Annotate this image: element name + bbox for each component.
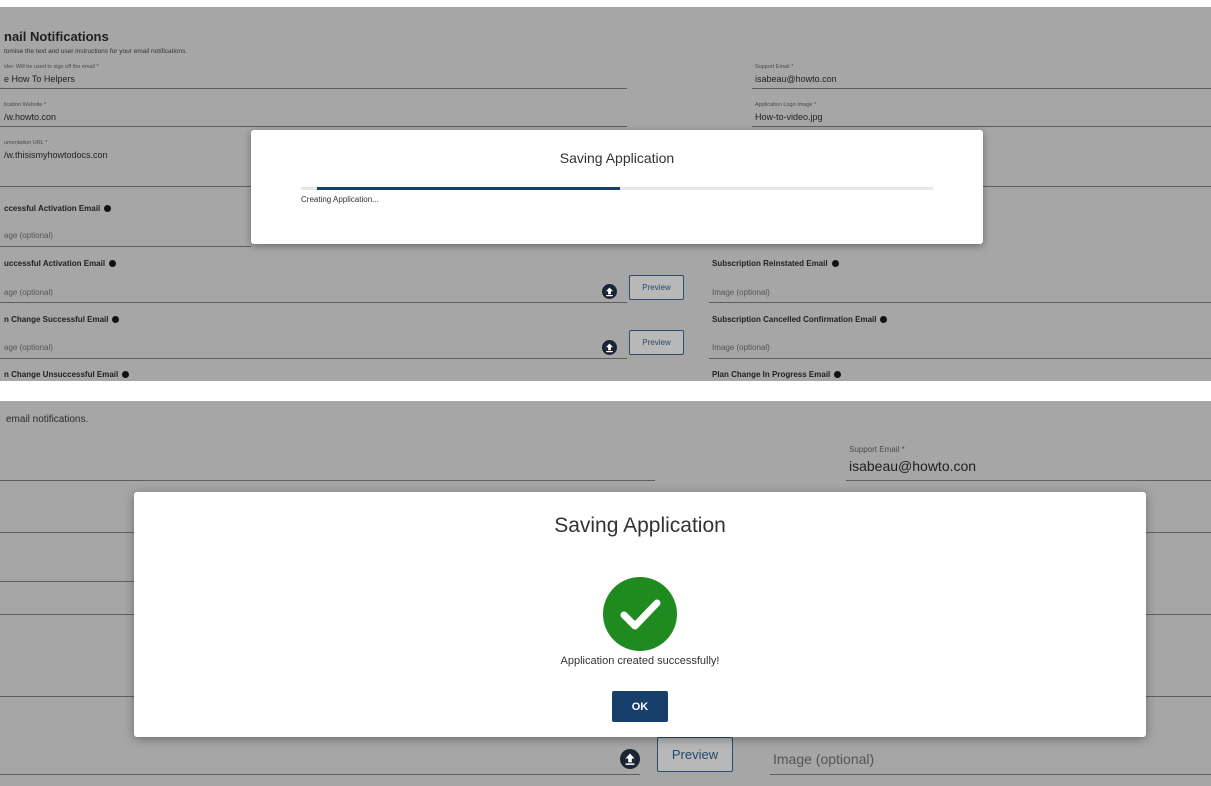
preview-button[interactable]: Preview: [629, 330, 684, 355]
image-field[interactable]: Image (optional): [773, 751, 874, 767]
info-icon[interactable]: [112, 316, 120, 324]
support-email-label: Support Email *: [849, 445, 905, 454]
successful-activation-image-field[interactable]: age (optional): [4, 231, 53, 240]
success-message: Application created successfully!: [560, 655, 720, 667]
upload-icon[interactable]: [620, 749, 640, 769]
ok-button[interactable]: OK: [612, 691, 668, 722]
upload-icon[interactable]: [602, 284, 617, 299]
logo-image-field[interactable]: How-to-video.jpg: [755, 112, 823, 122]
saving-success-screenshot: email notifications. Support Email * isa…: [0, 401, 1211, 786]
unsuccessful-activation-email-label: uccessful Activation Email: [4, 259, 117, 268]
unsuccessful-activation-image-field[interactable]: age (optional): [4, 288, 53, 297]
preview-button[interactable]: Preview: [657, 737, 733, 772]
support-email-field[interactable]: isabeau@howto.con: [755, 74, 837, 84]
upload-icon[interactable]: [602, 340, 617, 355]
progress-bar: [301, 187, 933, 190]
subscription-cancelled-email-label: Subscription Cancelled Confirmation Emai…: [712, 315, 888, 324]
info-icon[interactable]: [880, 316, 888, 324]
info-icon[interactable]: [834, 371, 842, 379]
page-title: nail Notifications: [4, 29, 109, 44]
logo-image-label: Application Logo Image *: [755, 102, 817, 108]
sender-label: ider. Will be used to sign off the email…: [4, 64, 99, 70]
plan-change-unsuccessful-email-label: n Change Unsuccessful Email: [4, 370, 130, 379]
preview-button[interactable]: Preview: [629, 275, 684, 300]
progress-bar-fill: [317, 187, 621, 190]
saving-progress-screenshot: nail Notifications tomise the text and u…: [0, 7, 1211, 381]
doc-url-field[interactable]: /w.thisismyhowtodocs.con: [4, 150, 108, 160]
support-email-field[interactable]: isabeau@howto.con: [849, 458, 976, 474]
progress-status: Creating Application...: [301, 195, 379, 204]
dialog-title: Saving Application: [559, 150, 675, 166]
subscription-reinstated-email-label: Subscription Reinstated Email: [712, 259, 839, 268]
doc-url-label: umentation URL *: [4, 140, 48, 146]
info-icon[interactable]: [104, 205, 112, 213]
subscription-cancelled-image-field[interactable]: Image (optional): [712, 343, 770, 352]
successful-activation-email-label: ccessful Activation Email: [4, 204, 112, 213]
checkmark-icon: [603, 577, 677, 651]
sender-field[interactable]: e How To Helpers: [4, 74, 75, 84]
saving-progress-dialog: Saving Application Creating Application.…: [251, 130, 983, 244]
info-icon[interactable]: [831, 260, 839, 268]
info-icon[interactable]: [109, 260, 117, 268]
plan-change-successful-email-label: n Change Successful Email: [4, 315, 120, 324]
plan-change-in-progress-email-label: Plan Change In Progress Email: [712, 370, 842, 379]
page-subtitle: tomise the text and user instructions fo…: [4, 48, 188, 55]
support-email-label: Support Email *: [755, 64, 794, 70]
dialog-title: Saving Application: [554, 514, 726, 537]
page-subtitle: email notifications.: [6, 414, 89, 425]
subscription-reinstated-image-field[interactable]: Image (optional): [712, 288, 770, 297]
website-field[interactable]: /w.howto.con: [4, 112, 56, 122]
info-icon[interactable]: [122, 371, 130, 379]
plan-change-successful-image-field[interactable]: age (optional): [4, 343, 53, 352]
website-label: lication Website *: [4, 102, 47, 108]
saving-success-dialog: Saving Application Application created s…: [134, 492, 1146, 737]
